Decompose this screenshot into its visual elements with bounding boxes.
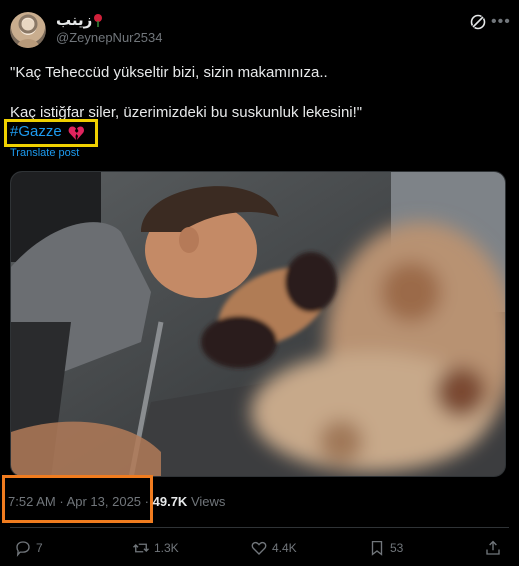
post-time[interactable]: 7:52 AM	[8, 494, 56, 509]
translate-post-link[interactable]: Translate post	[10, 147, 79, 159]
like-icon	[251, 541, 267, 555]
repost-icon	[133, 543, 149, 553]
meta-separator: ·	[144, 494, 149, 509]
views-label: Views	[190, 494, 226, 509]
grok-icon[interactable]	[469, 13, 487, 31]
bookmark-icon	[371, 540, 383, 556]
bookmark-count: 53	[390, 541, 404, 555]
post-header: زينب @ZeynepNur2534 •••	[10, 10, 510, 50]
post-text: "Kaç Teheccüd yükseltir bizi, sizin maka…	[10, 63, 505, 123]
display-name[interactable]: زينب	[56, 11, 92, 29]
like-button[interactable]: 4.4K	[250, 538, 297, 558]
like-count: 4.4K	[272, 541, 297, 555]
action-bar: 7 1.3K 4.4K 53	[0, 532, 519, 564]
bookmark-button[interactable]: 53	[368, 538, 403, 558]
meta-separator: ·	[59, 494, 64, 509]
broken-heart-icon	[68, 126, 84, 140]
repost-button[interactable]: 1.3K	[132, 538, 179, 558]
photo-illustration	[11, 172, 505, 476]
more-icon[interactable]: •••	[491, 13, 510, 31]
share-button[interactable]	[484, 538, 502, 558]
divider	[10, 527, 509, 528]
post-meta: 7:52 AM · Apr 13, 2025 · 49.7K Views	[8, 494, 225, 509]
rose-icon	[94, 14, 102, 27]
hashtag-link[interactable]: #Gazze	[10, 123, 62, 140]
post-date[interactable]: Apr 13, 2025	[67, 494, 141, 509]
post-image[interactable]	[10, 171, 506, 477]
reply-button[interactable]: 7	[14, 538, 43, 558]
post-line-1: "Kaç Teheccüd yükseltir bizi, sizin maka…	[10, 64, 328, 81]
share-icon	[486, 540, 500, 555]
repost-count: 1.3K	[154, 541, 179, 555]
reply-count: 7	[36, 541, 43, 555]
reply-icon	[16, 541, 30, 557]
avatar[interactable]	[10, 12, 46, 48]
views-count: 49.7K	[152, 494, 188, 509]
user-handle[interactable]: @ZeynepNur2534	[56, 30, 162, 45]
